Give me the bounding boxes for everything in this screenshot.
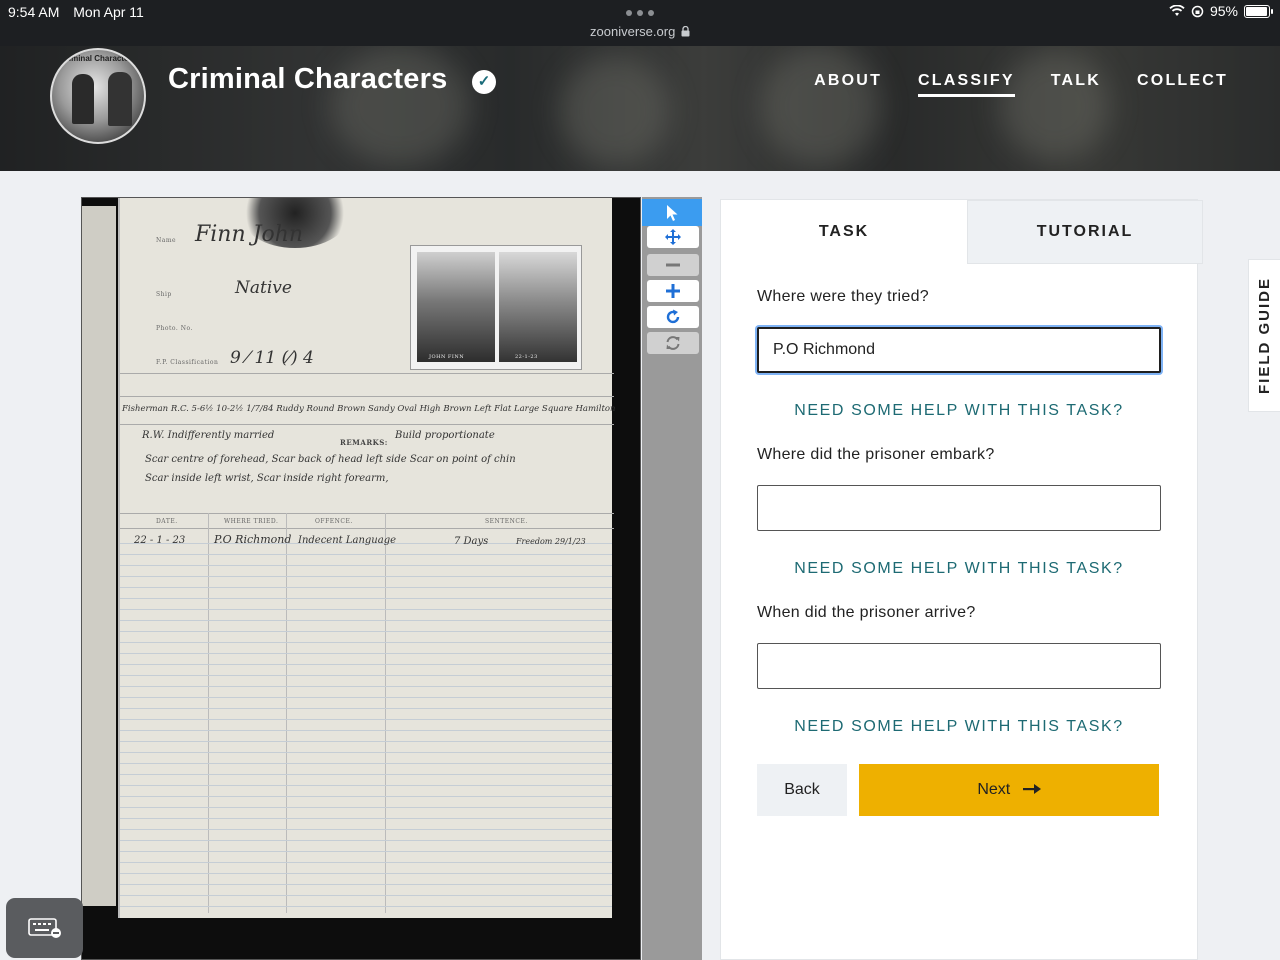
photo-caption-left: JOHN FINN — [429, 354, 465, 360]
ship-label: Ship — [156, 291, 172, 298]
arrow-right-icon — [1022, 784, 1041, 794]
tab-tutorial[interactable]: TUTORIAL — [967, 200, 1203, 264]
lock-icon — [681, 25, 690, 37]
name-label: Name — [156, 237, 177, 244]
status-indicators: 95% — [1169, 3, 1273, 19]
photo-caption-right: 22-1-23 — [515, 354, 538, 360]
multitasking-dots-icon[interactable] — [626, 10, 654, 16]
task-tabs: TASK TUTORIAL — [721, 200, 1203, 264]
col-where-tried: WHERE TRIED. — [224, 518, 279, 525]
move-tool-button[interactable] — [647, 226, 699, 248]
name-value: Finn John — [195, 222, 304, 247]
question-arrive: When did the prisoner arrive? — [757, 604, 976, 621]
zoom-out-button[interactable] — [647, 254, 699, 276]
adjacent-page — [82, 206, 116, 906]
reset-button[interactable] — [647, 332, 699, 354]
rotation-lock-icon — [1191, 5, 1204, 17]
rotate-icon — [666, 309, 680, 324]
entry-sentence: 7 Days — [454, 536, 489, 547]
next-button[interactable]: Next — [859, 764, 1159, 816]
nav-talk[interactable]: TALK — [1051, 72, 1101, 97]
battery-level — [1246, 6, 1267, 16]
subject-viewer[interactable]: Name Finn John Ship Native Photo. No. F.… — [81, 197, 641, 960]
project-avatar[interactable]: Criminal Characters — [50, 48, 146, 144]
task-panel: TASK TUTORIAL Where were they tried? NEE… — [720, 199, 1203, 960]
question-embark: Where did the prisoner embark? — [757, 446, 995, 463]
minus-icon — [666, 263, 680, 267]
description-row-2: R.W. Indifferently married — [142, 430, 275, 441]
reset-icon — [666, 336, 680, 350]
col-sentence: SENTENCE. — [485, 518, 528, 525]
marks-line-2: Scar inside left wrist, Scar inside righ… — [145, 473, 389, 484]
question-where-tried: Where were they tried? — [757, 288, 930, 305]
nav-collect[interactable]: COLLECT — [1137, 72, 1228, 97]
status-time: 9:54 AM — [8, 4, 60, 20]
verified-check-icon: ✓ — [472, 70, 496, 94]
keyboard-button[interactable] — [6, 898, 83, 958]
entry-offence: Indecent Language — [298, 535, 397, 546]
project-nav: ABOUT CLASSIFY TALK COLLECT — [814, 72, 1228, 97]
description-row: Fisherman R.C. 5-6½ 10-2½ 1/7/84 Ruddy R… — [122, 404, 616, 414]
status-bar: 9:54 AM Mon Apr 11 zooniverse.org 95% — [0, 0, 1280, 46]
battery-icon — [1244, 4, 1273, 18]
avatar-text: Criminal Characters — [59, 54, 137, 63]
pointer-arrow-icon — [667, 204, 678, 221]
help-link-1[interactable]: NEED SOME HELP WITH THIS TASK? — [757, 402, 1161, 420]
viewer-toolbar — [642, 197, 702, 960]
project-header: Criminal Characters Criminal Characters … — [0, 46, 1280, 171]
plus-icon — [666, 284, 680, 298]
tab-task[interactable]: TASK — [721, 200, 967, 264]
zoom-in-button[interactable] — [647, 280, 699, 302]
wifi-icon — [1169, 5, 1185, 16]
fp-classification-label: F.P. Classification — [156, 359, 219, 366]
remarks-label: REMARKS: — [340, 438, 388, 447]
col-date: DATE. — [156, 518, 178, 525]
field-guide-tab[interactable]: FIELD GUIDE — [1248, 259, 1280, 412]
embark-input[interactable] — [757, 485, 1161, 531]
nav-about[interactable]: ABOUT — [814, 72, 882, 97]
annotate-tool-button[interactable] — [642, 199, 702, 226]
project-title[interactable]: Criminal Characters — [168, 63, 447, 96]
rotate-button[interactable] — [647, 306, 699, 328]
marks-line-1: Scar centre of forehead, Scar back of he… — [145, 454, 516, 465]
col-offence: OFFENCE. — [315, 518, 353, 525]
battery-percent: 95% — [1209, 3, 1238, 19]
photo-no-label: Photo. No. — [156, 325, 193, 332]
status-date: Mon Apr 11 — [73, 4, 144, 20]
where-tried-input[interactable] — [757, 327, 1161, 373]
register-page-image: Name Finn John Ship Native Photo. No. F.… — [118, 198, 616, 918]
url-text: zooniverse.org — [590, 24, 676, 39]
arrive-input[interactable] — [757, 643, 1161, 689]
help-link-2[interactable]: NEED SOME HELP WITH THIS TASK? — [757, 560, 1161, 578]
move-arrows-icon — [665, 229, 681, 245]
ship-value: Native — [235, 278, 292, 298]
entry-note: Freedom 29/1/23 — [516, 537, 586, 546]
nav-classify[interactable]: CLASSIFY — [918, 72, 1015, 97]
entry-date: 22 - 1 - 23 — [134, 535, 186, 546]
entry-where-tried: P.O Richmond — [214, 533, 292, 546]
status-time-date: 9:54 AM Mon Apr 11 — [8, 4, 154, 20]
next-label: Next — [977, 781, 1011, 798]
field-guide-label: FIELD GUIDE — [1256, 276, 1274, 395]
keyboard-icon — [27, 918, 61, 938]
help-link-3[interactable]: NEED SOME HELP WITH THIS TASK? — [757, 718, 1161, 736]
mugshot-photo: JOHN FINN 22-1-23 — [410, 245, 582, 370]
back-button[interactable]: Back — [757, 764, 847, 816]
address-bar[interactable]: zooniverse.org — [0, 24, 1280, 39]
remarks-value: Build proportionate — [395, 430, 495, 441]
